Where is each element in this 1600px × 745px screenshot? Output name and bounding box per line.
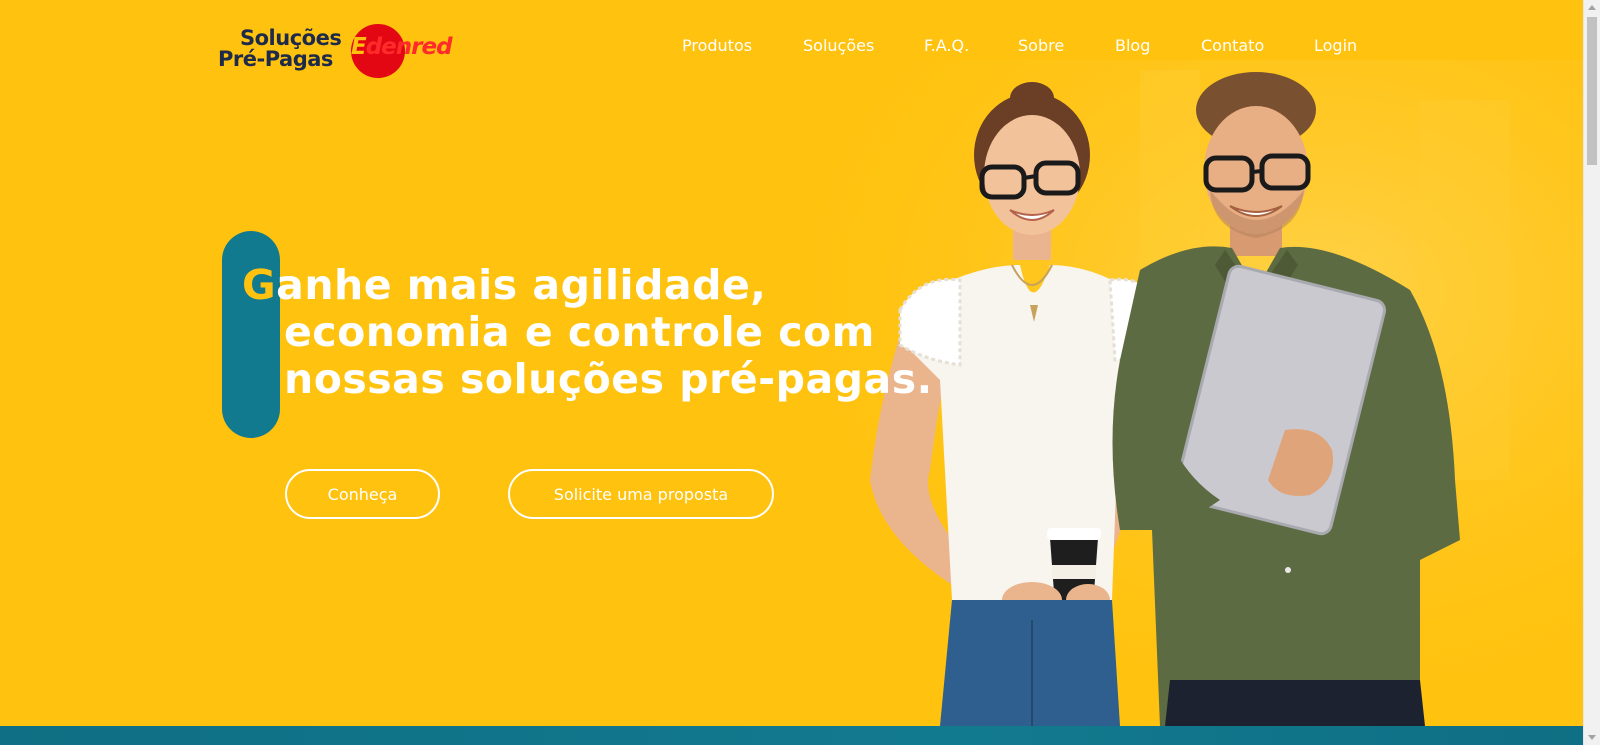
nav-item-sobre[interactable]: Sobre — [1018, 36, 1064, 55]
nav-item-produtos[interactable]: Produtos — [682, 36, 752, 55]
page-scrollbar[interactable] — [1583, 0, 1600, 745]
solicite-proposta-button[interactable]: Solicite uma proposta — [508, 469, 774, 519]
hero-title-line-2: economia e controle com — [284, 308, 875, 356]
hero-title-line-1-rest: anhe mais agilidade, — [276, 261, 767, 309]
nav-item-blog[interactable]: Blog — [1115, 36, 1150, 55]
logo-text: Soluções Pré-Pagas — [218, 26, 342, 71]
next-section-band — [0, 726, 1583, 745]
nav-item-login[interactable]: Login — [1314, 36, 1357, 55]
logo-line-1: Soluções — [240, 26, 342, 50]
nav-item-contato[interactable]: Contato — [1201, 36, 1264, 55]
logo-brand-rest: denred — [365, 34, 453, 60]
scroll-down-arrow-icon[interactable] — [1588, 735, 1596, 740]
conheca-button[interactable]: Conheça — [285, 469, 440, 519]
scroll-up-arrow-icon[interactable] — [1588, 5, 1596, 10]
logo[interactable]: Soluções Pré-Pagas Edenred — [218, 24, 453, 80]
nav-item-faq[interactable]: F.A.Q. — [924, 36, 969, 55]
nav-item-solucoes[interactable]: Soluções — [803, 36, 874, 55]
logo-line-2: Pré-Pagas — [218, 47, 333, 71]
hero-title-line-3: nossas soluções pré-pagas. — [284, 355, 933, 403]
logo-brand-initial: E — [351, 34, 367, 60]
logo-brand-name: Edenred — [351, 34, 453, 60]
hero-title: Ganhe mais agilidade, economia e control… — [242, 262, 933, 403]
hero-title-initial: G — [242, 261, 277, 309]
scrollbar-thumb[interactable] — [1587, 17, 1597, 165]
landing-page: Soluções Pré-Pagas Edenred Produtos Solu… — [0, 0, 1583, 745]
hero-title-line-1: Ganhe mais agilidade, — [242, 262, 933, 309]
